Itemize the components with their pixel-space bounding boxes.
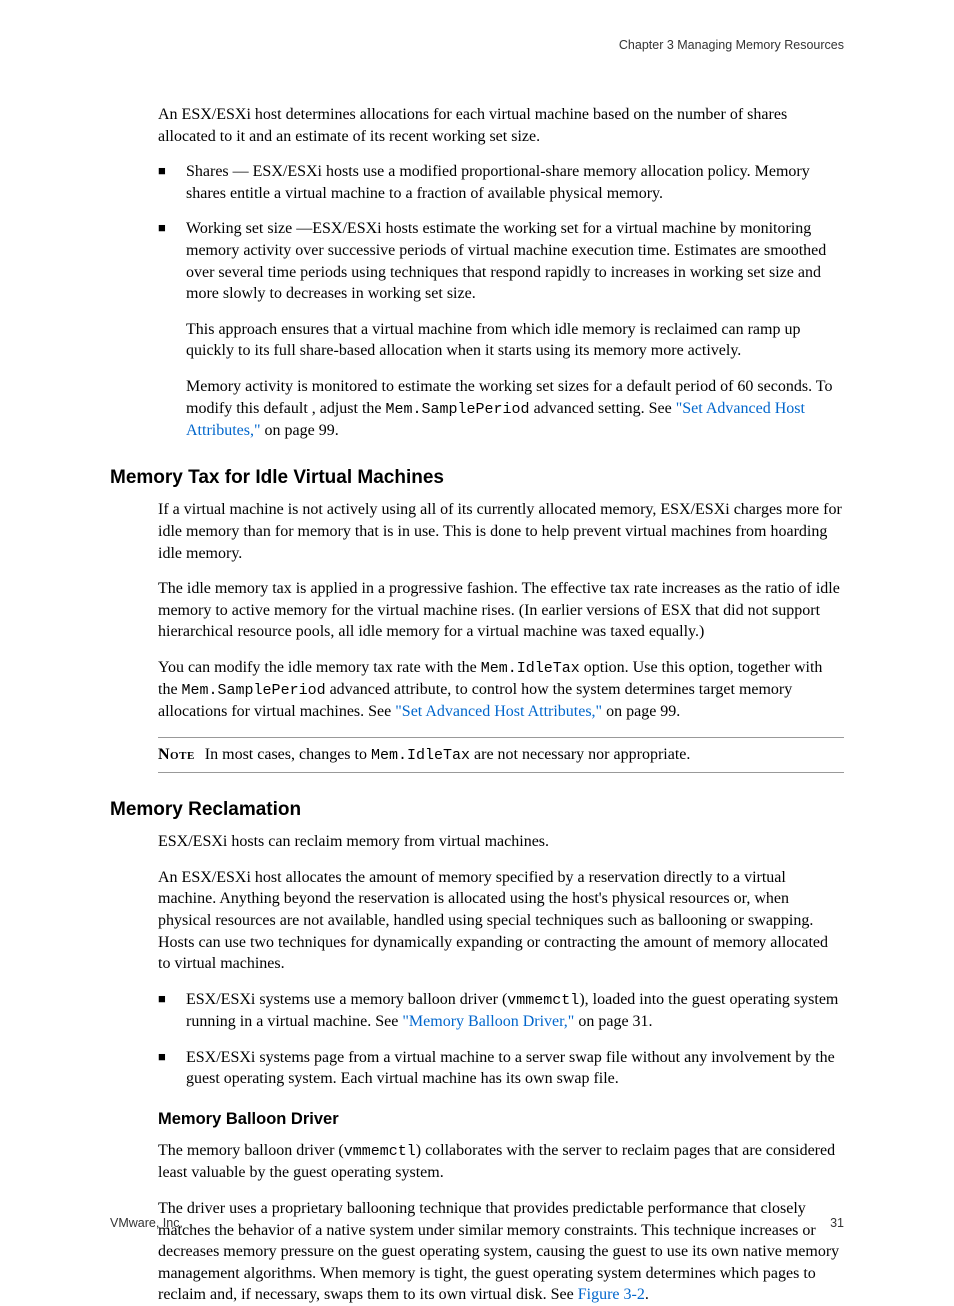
link-set-advanced-host-attributes[interactable]: "Set Advanced Host Attributes," <box>395 703 602 720</box>
page-container: Chapter 3 Managing Memory Resources An E… <box>0 0 954 1272</box>
footer-vendor: VMware, Inc. <box>110 1216 183 1230</box>
bullet-text: This approach ensures that a virtual mac… <box>186 319 844 362</box>
bullet-text: ESX/ESXi systems page from a virtual mac… <box>186 1047 844 1090</box>
heading-memory-balloon-driver: Memory Balloon Driver <box>158 1108 844 1130</box>
bullet-text: Working set size —ESX/ESXi hosts estimat… <box>186 218 844 304</box>
reclamation-bullet-list: ESX/ESXi systems use a memory balloon dr… <box>158 989 844 1090</box>
list-item: ESX/ESXi systems use a memory balloon dr… <box>158 989 844 1033</box>
chapter-label: Chapter 3 Managing Memory Resources <box>619 38 844 52</box>
heading-memory-tax: Memory Tax for Idle Virtual Machines <box>110 467 844 489</box>
paragraph: You can modify the idle memory tax rate … <box>158 657 844 723</box>
code-inline: Mem.IdleTax <box>481 660 580 677</box>
code-inline: Mem.IdleTax <box>371 747 470 764</box>
paragraph: The memory balloon driver (vmmemctl) col… <box>158 1140 844 1184</box>
heading-memory-reclamation: Memory Reclamation <box>110 799 844 821</box>
paragraph: The driver uses a proprietary ballooning… <box>158 1198 844 1306</box>
intro-block: An ESX/ESXi host determines allocations … <box>158 104 844 441</box>
note-block: Note In most cases, changes to Mem.IdleT… <box>158 737 844 773</box>
memory-tax-block: If a virtual machine is not actively usi… <box>158 499 844 723</box>
paragraph: ESX/ESXi hosts can reclaim memory from v… <box>158 831 844 853</box>
list-item: ESX/ESXi systems page from a virtual mac… <box>158 1047 844 1090</box>
list-item: Working set size —ESX/ESXi hosts estimat… <box>158 218 844 441</box>
link-figure-3-2[interactable]: Figure 3-2 <box>578 1286 645 1303</box>
intro-bullet-list: Shares — ESX/ESXi hosts use a modified p… <box>158 161 844 441</box>
page-header: Chapter 3 Managing Memory Resources <box>110 38 844 52</box>
link-memory-balloon-driver[interactable]: "Memory Balloon Driver," <box>402 1013 574 1030</box>
page-footer: VMware, Inc. 31 <box>110 1216 844 1230</box>
code-inline: Mem.SamplePeriod <box>386 401 530 418</box>
bullet-text: Memory activity is monitored to estimate… <box>186 376 844 441</box>
paragraph: An ESX/ESXi host allocates the amount of… <box>158 867 844 975</box>
footer-page-number: 31 <box>830 1216 844 1230</box>
note-label: Note <box>158 746 201 763</box>
code-inline: vmmemctl <box>344 1143 416 1160</box>
code-inline: vmmemctl <box>507 992 579 1009</box>
memory-reclamation-block: ESX/ESXi hosts can reclaim memory from v… <box>158 831 844 1306</box>
paragraph: If a virtual machine is not actively usi… <box>158 499 844 564</box>
bullet-text: Shares — ESX/ESXi hosts use a modified p… <box>186 161 844 204</box>
paragraph: The idle memory tax is applied in a prog… <box>158 578 844 643</box>
bullet-text: ESX/ESXi systems use a memory balloon dr… <box>186 989 844 1033</box>
code-inline: Mem.SamplePeriod <box>182 682 326 699</box>
intro-paragraph: An ESX/ESXi host determines allocations … <box>158 104 844 147</box>
list-item: Shares — ESX/ESXi hosts use a modified p… <box>158 161 844 204</box>
